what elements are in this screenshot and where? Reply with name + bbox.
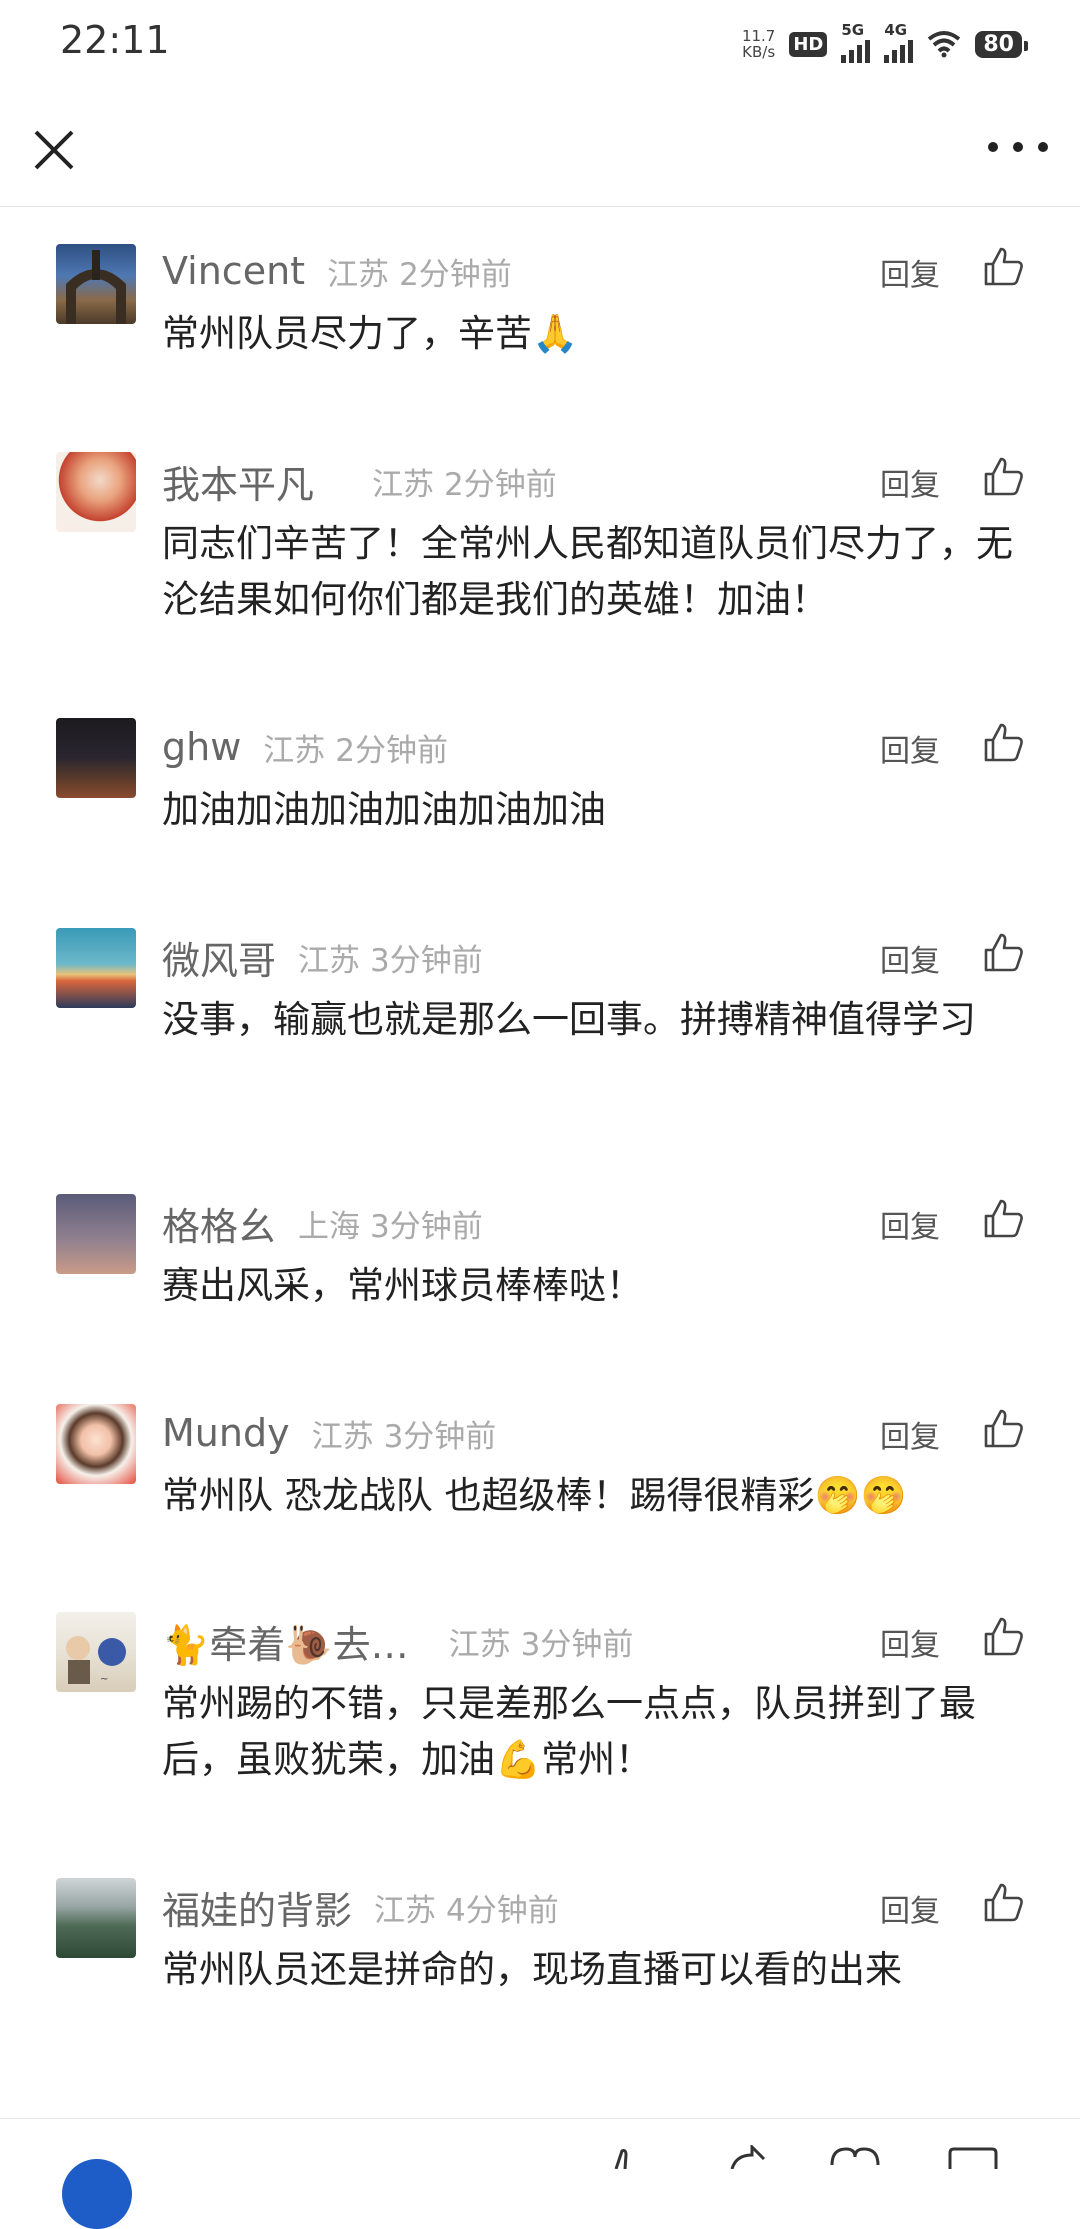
comment-region: 江苏 xyxy=(311,1418,374,1455)
comment-icon[interactable] xyxy=(946,2145,1000,2169)
status-icons: 11.7 KB/s HD 5G 4G 80 xyxy=(742,21,1028,66)
top-bar xyxy=(0,86,1080,207)
avatar[interactable] xyxy=(56,1878,136,1958)
reply-button[interactable]: 回复 xyxy=(880,1412,940,1456)
battery-indicator: 80 xyxy=(975,30,1028,58)
comment-region: 上海 xyxy=(298,1208,361,1245)
comment-region: 江苏 xyxy=(327,256,390,293)
comment-text: 赛出风采，常州球员棒棒哒！ xyxy=(162,1264,643,1307)
reply-button[interactable]: 回复 xyxy=(880,1620,940,1664)
username[interactable]: 🐈牵着🐌去… xyxy=(162,1614,409,1669)
net-speed: 11.7 KB/s xyxy=(742,28,775,60)
avatar[interactable] xyxy=(56,1404,136,1484)
more-icon[interactable] xyxy=(988,132,1048,162)
reply-button[interactable]: 回复 xyxy=(880,250,940,294)
bottom-action-bar xyxy=(0,2118,1080,2229)
comment-region: 江苏 xyxy=(448,1626,511,1663)
signal-4g-icon: 4G xyxy=(884,21,914,63)
comment-time: 4分钟前 xyxy=(446,1892,559,1929)
comment-item: Vincent 江苏 2分钟前 回复 常州队员尽力了，辛苦🙏 xyxy=(0,240,1080,390)
status-bar: 22:11 11.7 KB/s HD 5G 4G 80 xyxy=(0,0,1080,86)
username[interactable]: 福娃的背影 xyxy=(162,1880,352,1935)
thumbs-up-icon[interactable] xyxy=(982,1406,1026,1450)
comment-time: 3分钟前 xyxy=(370,1208,483,1245)
avatar[interactable] xyxy=(56,452,136,532)
comment-item: 格格幺 上海 3分钟前 回复 赛出风采，常州球员棒棒哒！ xyxy=(0,1192,1080,1342)
reply-button[interactable]: 回复 xyxy=(880,726,940,770)
close-icon[interactable] xyxy=(30,126,78,174)
comment-time: 3分钟前 xyxy=(520,1626,634,1663)
comment-header: Mundy 江苏 3分钟前 xyxy=(162,1408,496,1458)
comment-text: 常州踢的不错，只是差那么一点点，队员拼到了最后，虽败犹荣，加油💪常州！ xyxy=(162,1682,976,1781)
heart-icon[interactable] xyxy=(828,2145,882,2169)
comment-time: 3分钟前 xyxy=(370,942,483,979)
avatar[interactable] xyxy=(56,244,136,324)
reply-button[interactable]: 回复 xyxy=(880,460,940,504)
comment-header: 微风哥 江苏 3分钟前 xyxy=(162,930,483,985)
username[interactable]: 微风哥 xyxy=(162,930,276,985)
comment-item: 我本平凡 江苏 2分钟前 回复 同志们辛苦了！全常州人民都知道队员们尽力了，无沦… xyxy=(0,450,1080,650)
status-time: 22:11 xyxy=(60,18,170,62)
reply-button[interactable]: 回复 xyxy=(880,1202,940,1246)
comment-text: 常州队员尽力了，辛苦🙏 xyxy=(162,312,579,355)
comment-text: 没事，输赢也就是那么一回事。拼搏精神值得学习 xyxy=(162,998,976,1041)
comment-time: 2分钟前 xyxy=(399,256,512,293)
avatar[interactable] xyxy=(56,718,136,798)
comment-header: 格格幺 上海 3分钟前 xyxy=(162,1196,483,1251)
comment-text: 常州队 恐龙战队 也超级棒！踢得很精彩🤭🤭 xyxy=(162,1474,907,1517)
comment-time: 2分钟前 xyxy=(444,466,557,503)
comment-region: 江苏 xyxy=(263,732,326,769)
comment-text: 加油加油加油加油加油加油 xyxy=(162,788,606,831)
thumbs-up-icon[interactable] xyxy=(982,454,1026,498)
reply-button[interactable]: 回复 xyxy=(880,936,940,980)
thumbs-up-icon[interactable] xyxy=(982,1196,1026,1240)
thumbs-up-icon[interactable] xyxy=(600,2145,644,2169)
comment-item: 福娃的背影 江苏 4分钟前 回复 常州队员还是拼命的，现场直播可以看的出来 xyxy=(0,1876,1080,2026)
comment-region: 江苏 xyxy=(298,942,361,979)
wifi-icon xyxy=(928,31,961,58)
thumbs-up-icon[interactable] xyxy=(982,720,1026,764)
avatar[interactable]: ~ xyxy=(56,1612,136,1692)
comment-item: 微风哥 江苏 3分钟前 回复 没事，输赢也就是那么一回事。拼搏精神值得学习 xyxy=(0,926,1080,1126)
comment-region: 江苏 xyxy=(374,1892,437,1929)
comment-header: 我本平凡 江苏 2分钟前 xyxy=(162,454,557,509)
comment-time: 2分钟前 xyxy=(335,732,449,769)
username[interactable]: 我本平凡 xyxy=(162,454,314,509)
username[interactable]: Mundy xyxy=(162,1411,290,1455)
thumbs-up-icon[interactable] xyxy=(982,1614,1026,1658)
net-speed-unit: KB/s xyxy=(742,43,776,61)
comment-item: ghw 江苏 2分钟前 回复 加油加油加油加油加油加油 xyxy=(0,716,1080,866)
comment-header: 🐈牵着🐌去… 江苏 3分钟前 xyxy=(162,1614,634,1669)
share-icon[interactable] xyxy=(722,2145,766,2169)
signal-4g-label: 4G xyxy=(884,21,908,39)
avatar[interactable] xyxy=(56,928,136,1008)
avatar[interactable] xyxy=(62,2159,132,2229)
avatar[interactable] xyxy=(56,1194,136,1274)
thumbs-up-icon[interactable] xyxy=(982,1880,1026,1924)
net-speed-value: 11.7 xyxy=(741,27,776,45)
signal-5g-label: 5G xyxy=(841,21,865,39)
comment-region: 江苏 xyxy=(372,466,435,503)
username[interactable]: 格格幺 xyxy=(162,1196,276,1251)
thumbs-up-icon[interactable] xyxy=(982,930,1026,974)
comment-header: Vincent 江苏 2分钟前 xyxy=(162,246,512,296)
username[interactable]: ghw xyxy=(162,725,241,769)
thumbs-up-icon[interactable] xyxy=(982,244,1026,288)
signal-5g-icon: 5G xyxy=(841,21,871,63)
comment-text: 常州队员还是拼命的，现场直播可以看的出来 xyxy=(162,1948,902,1991)
comment-header: 福娃的背影 江苏 4分钟前 xyxy=(162,1880,559,1935)
comment-header: ghw 江苏 2分钟前 xyxy=(162,722,448,772)
svg-text:~: ~ xyxy=(100,1674,108,1685)
comment-item: ~ 🐈牵着🐌去… 江苏 3分钟前 回复 常州踢的不错，只是差那么一点点，队员拼到… xyxy=(0,1610,1080,1810)
comment-text: 同志们辛苦了！全常州人民都知道队员们尽力了，无沦结果如何你们都是我们的英雄！加油… xyxy=(162,522,1013,621)
reply-button[interactable]: 回复 xyxy=(880,1886,940,1930)
username[interactable]: Vincent xyxy=(162,249,305,293)
hd-badge: HD xyxy=(789,31,828,57)
comment-time: 3分钟前 xyxy=(383,1418,497,1455)
comment-item: Mundy 江苏 3分钟前 回复 常州队 恐龙战队 也超级棒！踢得很精彩🤭🤭 xyxy=(0,1402,1080,1552)
